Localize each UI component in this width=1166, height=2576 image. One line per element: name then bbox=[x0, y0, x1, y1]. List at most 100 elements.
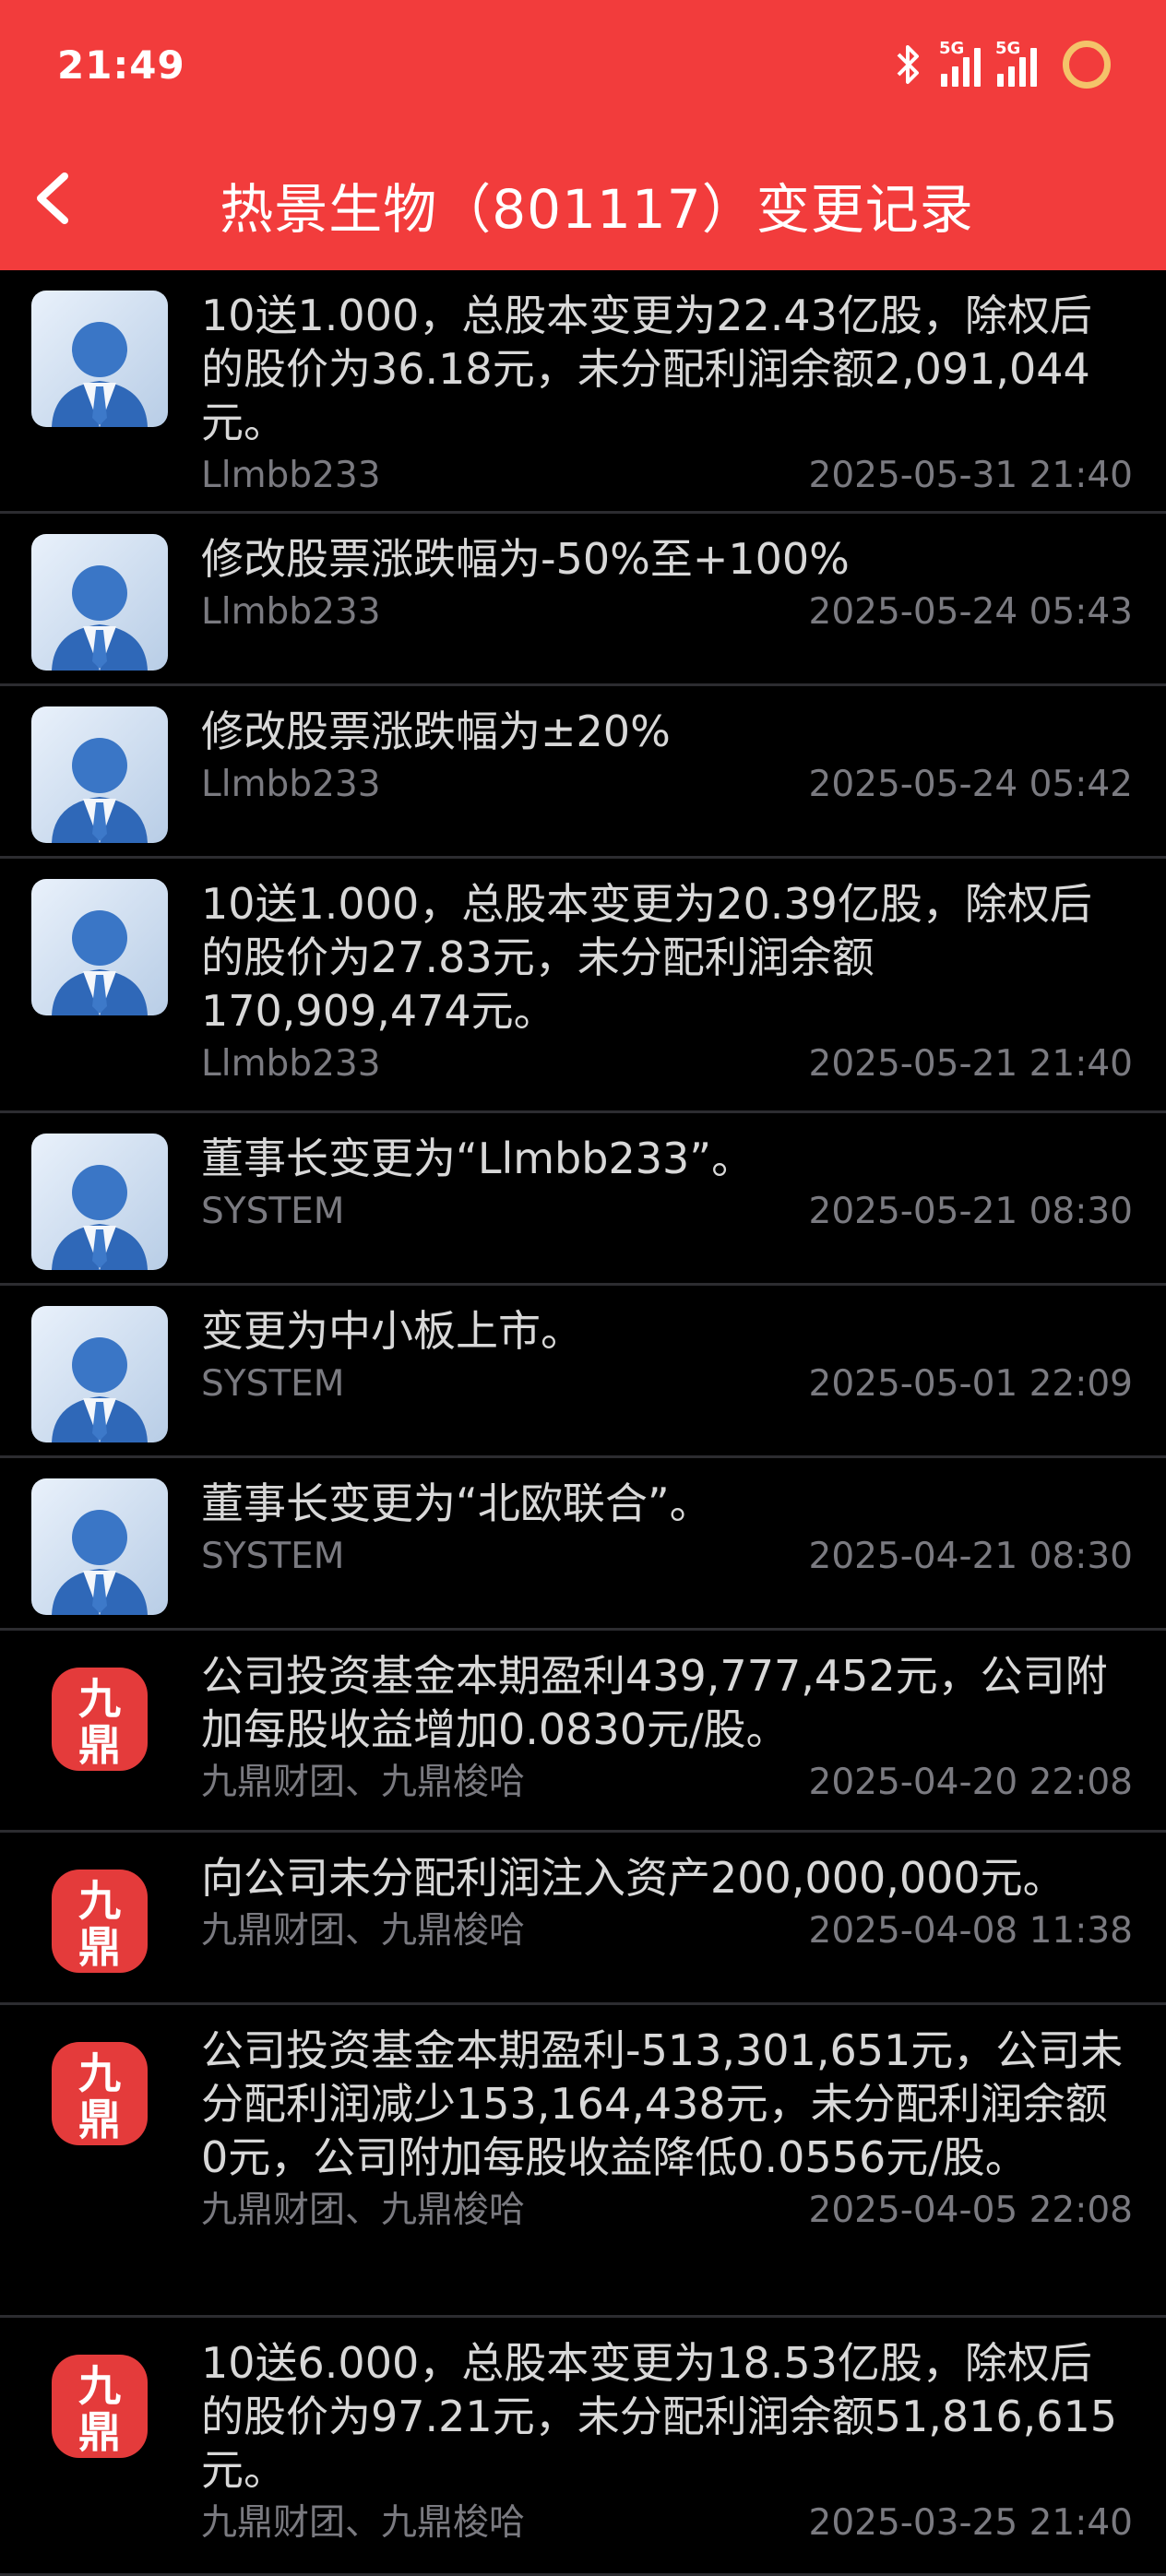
page-title: 热景生物（801117）变更记录 bbox=[220, 178, 974, 241]
signal-icon: 5G bbox=[939, 39, 981, 87]
record-time: 2025-04-21 08:30 bbox=[808, 1536, 1133, 1577]
record-meta: 九鼎财团、九鼎梭哈 2025-03-25 21:40 bbox=[201, 2499, 1133, 2548]
battery-ring-icon bbox=[1063, 41, 1111, 89]
record-time: 2025-04-20 22:08 bbox=[808, 1762, 1133, 1803]
jiuding-logo-icon: 九 鼎 bbox=[31, 1651, 168, 1787]
record-content: 10送1.000，总股本变更为20.39亿股，除权后的股价为27.83元，未分配… bbox=[201, 877, 1133, 1089]
record-meta: SYSTEM 2025-05-01 22:09 bbox=[201, 1359, 1133, 1409]
record-text: 修改股票涨跌幅为±20% bbox=[201, 706, 671, 756]
status-icons: 5G 5G bbox=[893, 37, 1111, 92]
record-time: 2025-05-21 21:40 bbox=[808, 1043, 1133, 1085]
avatar: 九 鼎 bbox=[31, 2338, 168, 2475]
record-meta: Llmbb233 2025-05-24 05:43 bbox=[201, 588, 1133, 637]
record-list: 10送1.000，总股本变更为22.43亿股，除权后的股价为36.18元，未分配… bbox=[0, 270, 1166, 2576]
record-item[interactable]: 九 鼎 10送6.000，总股本变更为18.53亿股，除权后的股价为97.21元… bbox=[0, 2318, 1166, 2576]
record-user: 九鼎财团、九鼎梭哈 bbox=[201, 2190, 526, 2231]
record-time: 2025-04-05 22:08 bbox=[808, 2190, 1133, 2231]
record-text: 10送6.000，总股本变更为18.53亿股，除权后的股价为97.21元，未分配… bbox=[201, 2338, 1118, 2495]
avatar bbox=[31, 1478, 168, 1615]
record-user: 九鼎财团、九鼎梭哈 bbox=[201, 1762, 526, 1803]
record-user: Llmbb233 bbox=[201, 455, 381, 496]
record-text: 修改股票涨跌幅为-50%至+100% bbox=[201, 534, 850, 584]
record-content: 公司投资基金本期盈利-513,301,651元，公司未分配利润减少153,164… bbox=[201, 2024, 1133, 2236]
svg-text:九: 九 bbox=[78, 1674, 121, 1724]
record-user: Llmbb233 bbox=[201, 764, 381, 805]
svg-text:鼎: 鼎 bbox=[78, 2095, 121, 2144]
record-item[interactable]: 董事长变更为“Llmbb233”。 SYSTEM 2025-05-21 08:30 bbox=[0, 1113, 1166, 1286]
avatar bbox=[31, 1134, 168, 1270]
record-meta: 九鼎财团、九鼎梭哈 2025-04-20 22:08 bbox=[201, 1758, 1133, 1808]
svg-text:九: 九 bbox=[78, 2048, 121, 2098]
record-item[interactable]: 修改股票涨跌幅为±20% Llmbb233 2025-05-24 05:42 bbox=[0, 686, 1166, 859]
record-meta: 九鼎财团、九鼎梭哈 2025-04-08 11:38 bbox=[201, 1906, 1133, 1956]
record-time: 2025-05-31 21:40 bbox=[808, 455, 1133, 496]
record-item[interactable]: 10送1.000，总股本变更为20.39亿股，除权后的股价为27.83元，未分配… bbox=[0, 859, 1166, 1113]
avatar bbox=[31, 706, 168, 843]
record-content: 公司投资基金本期盈利439,777,452元，公司附加每股收益增加0.0830元… bbox=[201, 1649, 1133, 1808]
bluetooth-icon bbox=[897, 45, 919, 84]
person-avatar-icon bbox=[31, 1478, 168, 1615]
record-content: 变更为中小板上市。 SYSTEM 2025-05-01 22:09 bbox=[201, 1304, 1133, 1409]
record-text: 变更为中小板上市。 bbox=[201, 1306, 583, 1356]
record-content: 10送1.000，总股本变更为22.43亿股，除权后的股价为36.18元，未分配… bbox=[201, 289, 1133, 501]
record-time: 2025-05-01 22:09 bbox=[808, 1363, 1133, 1405]
record-text: 10送1.000，总股本变更为20.39亿股，除权后的股价为27.83元，未分配… bbox=[201, 879, 1092, 1036]
record-meta: SYSTEM 2025-04-21 08:30 bbox=[201, 1532, 1133, 1582]
person-avatar-icon bbox=[31, 291, 168, 427]
record-item[interactable]: 九 鼎 公司投资基金本期盈利-513,301,651元，公司未分配利润减少153… bbox=[0, 2005, 1166, 2318]
person-avatar-icon bbox=[31, 534, 168, 671]
status-time: 21:49 bbox=[57, 42, 185, 88]
record-meta: 九鼎财团、九鼎梭哈 2025-04-05 22:08 bbox=[201, 2186, 1133, 2236]
record-meta: Llmbb233 2025-05-31 21:40 bbox=[201, 451, 1133, 501]
record-user: SYSTEM bbox=[201, 1536, 345, 1577]
signal-icon-2: 5G bbox=[995, 39, 1037, 87]
record-item[interactable]: 修改股票涨跌幅为-50%至+100% Llmbb233 2025-05-24 05:… bbox=[0, 514, 1166, 686]
record-item[interactable]: 董事长变更为“北欧联合”。 SYSTEM 2025-04-21 08:30 bbox=[0, 1458, 1166, 1631]
record-user: SYSTEM bbox=[201, 1191, 345, 1232]
svg-text:鼎: 鼎 bbox=[78, 1720, 121, 1770]
person-avatar-icon bbox=[31, 1134, 168, 1270]
record-user: Llmbb233 bbox=[201, 1043, 381, 1085]
record-content: 修改股票涨跌幅为±20% Llmbb233 2025-05-24 05:42 bbox=[201, 705, 1133, 810]
svg-text:九: 九 bbox=[78, 2361, 121, 2411]
record-user: SYSTEM bbox=[201, 1363, 345, 1405]
avatar bbox=[31, 291, 168, 427]
record-user: 九鼎财团、九鼎梭哈 bbox=[201, 2502, 526, 2544]
avatar bbox=[31, 534, 168, 671]
record-text: 10送1.000，总股本变更为22.43亿股，除权后的股价为36.18元，未分配… bbox=[201, 291, 1092, 447]
record-user: 九鼎财团、九鼎梭哈 bbox=[201, 1910, 526, 1952]
avatar: 九 鼎 bbox=[31, 1853, 168, 1989]
record-text: 董事长变更为“北欧联合”。 bbox=[201, 1478, 712, 1528]
record-meta: SYSTEM 2025-05-21 08:30 bbox=[201, 1187, 1133, 1237]
record-content: 10送6.000，总股本变更为18.53亿股，除权后的股价为97.21元，未分配… bbox=[201, 2336, 1133, 2548]
record-text: 公司投资基金本期盈利-513,301,651元，公司未分配利润减少153,164… bbox=[201, 2025, 1124, 2182]
record-content: 董事长变更为“Llmbb233”。 SYSTEM 2025-05-21 08:30 bbox=[201, 1132, 1133, 1237]
record-item[interactable]: 变更为中小板上市。 SYSTEM 2025-05-01 22:09 bbox=[0, 1286, 1166, 1458]
record-text: 公司投资基金本期盈利439,777,452元，公司附加每股收益增加0.0830元… bbox=[201, 1651, 1108, 1754]
record-text: 董事长变更为“Llmbb233”。 bbox=[201, 1134, 755, 1183]
record-text: 向公司未分配利润注入资产200,000,000元。 bbox=[201, 1853, 1065, 1903]
person-avatar-icon bbox=[31, 706, 168, 843]
record-item[interactable]: 九 鼎 向公司未分配利润注入资产200,000,000元。九鼎财团、九鼎梭哈 20… bbox=[0, 1833, 1166, 2005]
svg-text:鼎: 鼎 bbox=[78, 1922, 121, 1972]
avatar: 九 鼎 bbox=[31, 2025, 168, 2162]
record-time: 2025-05-24 05:43 bbox=[808, 591, 1133, 633]
record-item[interactable]: 九 鼎 公司投资基金本期盈利439,777,452元，公司附加每股收益增加0.0… bbox=[0, 1631, 1166, 1833]
jiuding-logo-icon: 九 鼎 bbox=[31, 1853, 168, 1989]
app-header: 21:49 5G 5G 热景生物（801117）变更记录 bbox=[0, 0, 1166, 270]
record-content: 修改股票涨跌幅为-50%至+100% Llmbb233 2025-05-24 05:… bbox=[201, 532, 1133, 637]
record-content: 董事长变更为“北欧联合”。 SYSTEM 2025-04-21 08:30 bbox=[201, 1477, 1133, 1582]
avatar: 九 鼎 bbox=[31, 1651, 168, 1787]
svg-text:鼎: 鼎 bbox=[78, 2407, 121, 2457]
record-user: Llmbb233 bbox=[201, 591, 381, 633]
person-avatar-icon bbox=[31, 879, 168, 1015]
record-item[interactable]: 10送1.000，总股本变更为22.43亿股，除权后的股价为36.18元，未分配… bbox=[0, 270, 1166, 514]
svg-text:九: 九 bbox=[78, 1876, 121, 1926]
record-content: 向公司未分配利润注入资产200,000,000元。九鼎财团、九鼎梭哈 2025-0… bbox=[201, 1851, 1133, 1956]
avatar bbox=[31, 1306, 168, 1442]
record-time: 2025-03-25 21:40 bbox=[808, 2502, 1133, 2544]
person-avatar-icon bbox=[31, 1306, 168, 1442]
record-time: 2025-05-24 05:42 bbox=[808, 764, 1133, 805]
record-time: 2025-04-08 11:38 bbox=[808, 1910, 1133, 1952]
record-meta: Llmbb233 2025-05-24 05:42 bbox=[201, 760, 1133, 810]
